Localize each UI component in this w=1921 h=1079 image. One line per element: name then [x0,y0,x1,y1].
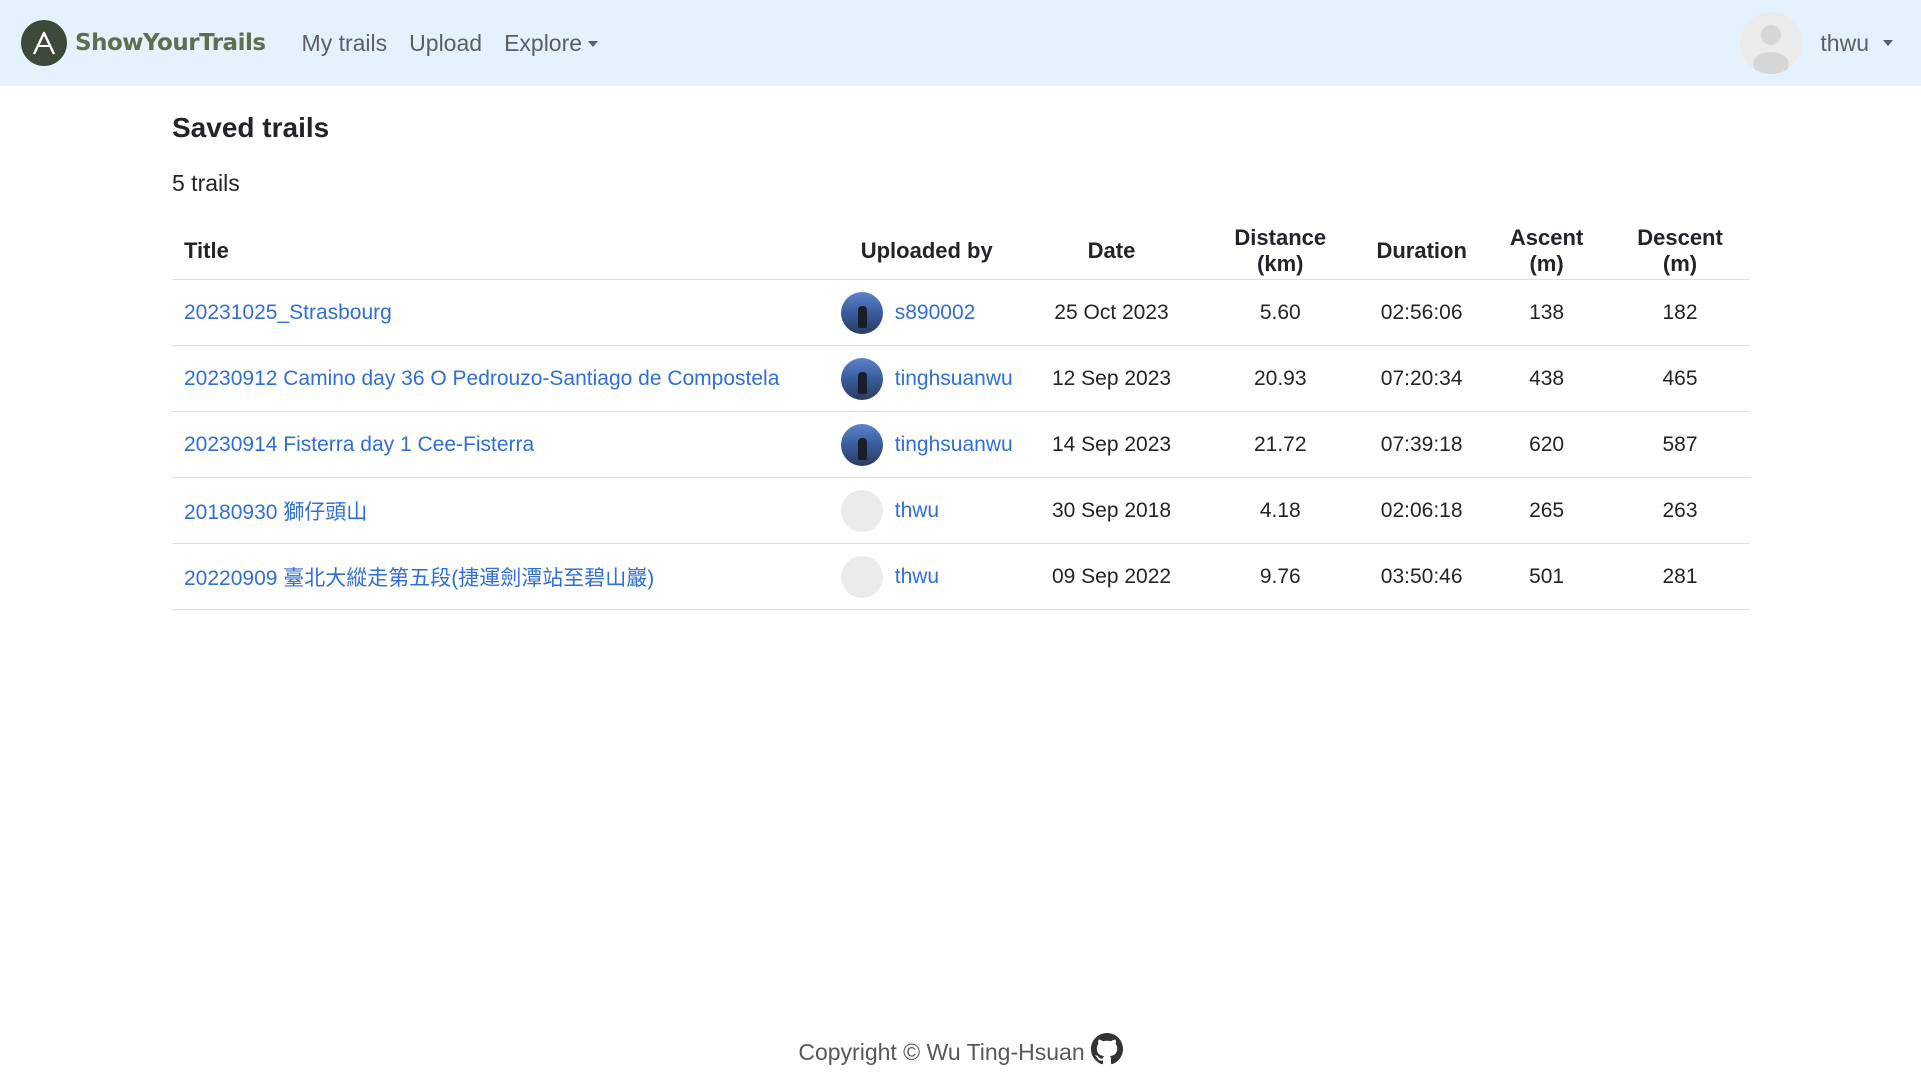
cell-ascent: 265 [1483,477,1611,544]
table-row: 20180930 獅仔頭山 thwu 30 Sep 2018 4.18 02:0… [172,477,1750,544]
trail-link[interactable]: 20220909 臺北大縱走第五段(捷運劍潭站至碧山巖) [184,567,654,590]
cell-date: 12 Sep 2023 [1022,345,1201,412]
trail-link[interactable]: 20231025_Strasbourg [184,301,392,324]
caret-down-icon [1883,40,1893,46]
cell-distance: 20.93 [1200,345,1361,412]
header-duration[interactable]: Duration [1360,222,1484,280]
avatar [840,489,883,532]
cell-ascent: 501 [1483,543,1611,610]
table-row: 20230914 Fisterra day 1 Cee-Fisterra tin… [172,411,1750,478]
cell-date: 30 Sep 2018 [1022,477,1201,544]
user-name: thwu [1820,29,1869,56]
nav-my-trails[interactable]: My trails [302,30,388,57]
nav-upload[interactable]: Upload [409,30,482,57]
cell-duration: 07:39:18 [1360,411,1484,478]
mountain-logo-icon [21,20,67,66]
cell-date: 14 Sep 2023 [1022,411,1201,478]
cell-duration: 03:50:46 [1360,543,1484,610]
cell-title: 20180930 獅仔頭山 [172,477,831,544]
nav-explore-dropdown[interactable]: Explore [504,29,599,57]
cell-title: 20230912 Camino day 36 O Pedrouzo-Santia… [172,345,831,412]
cell-distance: 21.72 [1200,411,1361,478]
main-content: Saved trails 5 trails Title Uploaded by … [172,86,1750,610]
user-menu-dropdown[interactable]: thwu [1740,12,1893,74]
cell-uploader: tinghsuanwu [830,411,1023,478]
cell-descent: 182 [1610,279,1750,346]
cell-duration: 02:06:18 [1360,477,1484,544]
cell-descent: 587 [1610,411,1750,478]
page-title: Saved trails [172,112,330,143]
table-row: 20220909 臺北大縱走第五段(捷運劍潭站至碧山巖) thwu 09 Sep… [172,543,1750,610]
cell-uploader: s890002 [830,279,1023,346]
default-avatar-icon [1740,12,1803,74]
cell-duration: 02:56:06 [1360,279,1484,346]
header-date[interactable]: Date [1022,222,1201,280]
nav-explore-label: Explore [504,29,583,56]
footer: Copyright © Wu Ting-Hsuan [0,1033,1921,1071]
cell-title: 20230914 Fisterra day 1 Cee-Fisterra [172,411,831,478]
cell-date: 25 Oct 2023 [1022,279,1201,346]
caret-down-icon [588,41,599,48]
cell-descent: 281 [1610,543,1750,610]
brand-name: ShowYourTrails [75,30,266,56]
top-navbar: ShowYourTrails My trails Upload Explore … [0,0,1921,86]
cell-uploader: tinghsuanwu [830,345,1023,412]
header-uploaded-by[interactable]: Uploaded by [830,222,1023,280]
uploader-link[interactable]: tinghsuanwu [895,433,1013,457]
cell-uploader: thwu [830,477,1023,544]
cell-distance: 4.18 [1200,477,1361,544]
header-ascent[interactable]: Ascent (m) [1483,222,1611,280]
trail-link[interactable]: 20230914 Fisterra day 1 Cee-Fisterra [184,433,534,456]
github-icon[interactable] [1090,1033,1123,1071]
trails-table: Title Uploaded by Date Distance (km) Dur… [172,222,1750,610]
cell-ascent: 138 [1483,279,1611,346]
cell-uploader: thwu [830,543,1023,610]
trail-count: 5 trails [172,170,240,196]
cell-distance: 5.60 [1200,279,1361,346]
header-descent[interactable]: Descent (m) [1610,222,1750,280]
avatar [840,357,883,400]
cell-distance: 9.76 [1200,543,1361,610]
avatar [840,423,883,466]
cell-duration: 07:20:34 [1360,345,1484,412]
header-title[interactable]: Title [172,222,831,280]
copyright-text: Copyright © Wu Ting-Hsuan [798,1038,1085,1065]
cell-ascent: 438 [1483,345,1611,412]
uploader-link[interactable]: thwu [895,565,939,589]
uploader-link[interactable]: thwu [895,499,939,523]
cell-ascent: 620 [1483,411,1611,478]
uploader-link[interactable]: s890002 [895,301,976,325]
nav-links: My trails Upload Explore [291,30,610,57]
uploader-link[interactable]: tinghsuanwu [895,367,1013,391]
cell-title: 20231025_Strasbourg [172,279,831,346]
table-row: 20230912 Camino day 36 O Pedrouzo-Santia… [172,345,1750,412]
table-header-row: Title Uploaded by Date Distance (km) Dur… [172,222,1750,280]
cell-descent: 465 [1610,345,1750,412]
header-distance[interactable]: Distance (km) [1200,222,1361,280]
trail-link[interactable]: 20230912 Camino day 36 O Pedrouzo-Santia… [184,367,779,390]
trail-link[interactable]: 20180930 獅仔頭山 [184,501,367,524]
avatar [840,555,883,598]
cell-descent: 263 [1610,477,1750,544]
table-row: 20231025_Strasbourg s890002 25 Oct 2023 … [172,279,1750,346]
cell-date: 09 Sep 2022 [1022,543,1201,610]
brand-link[interactable]: ShowYourTrails [21,20,266,66]
cell-title: 20220909 臺北大縱走第五段(捷運劍潭站至碧山巖) [172,543,831,610]
avatar [840,291,883,334]
